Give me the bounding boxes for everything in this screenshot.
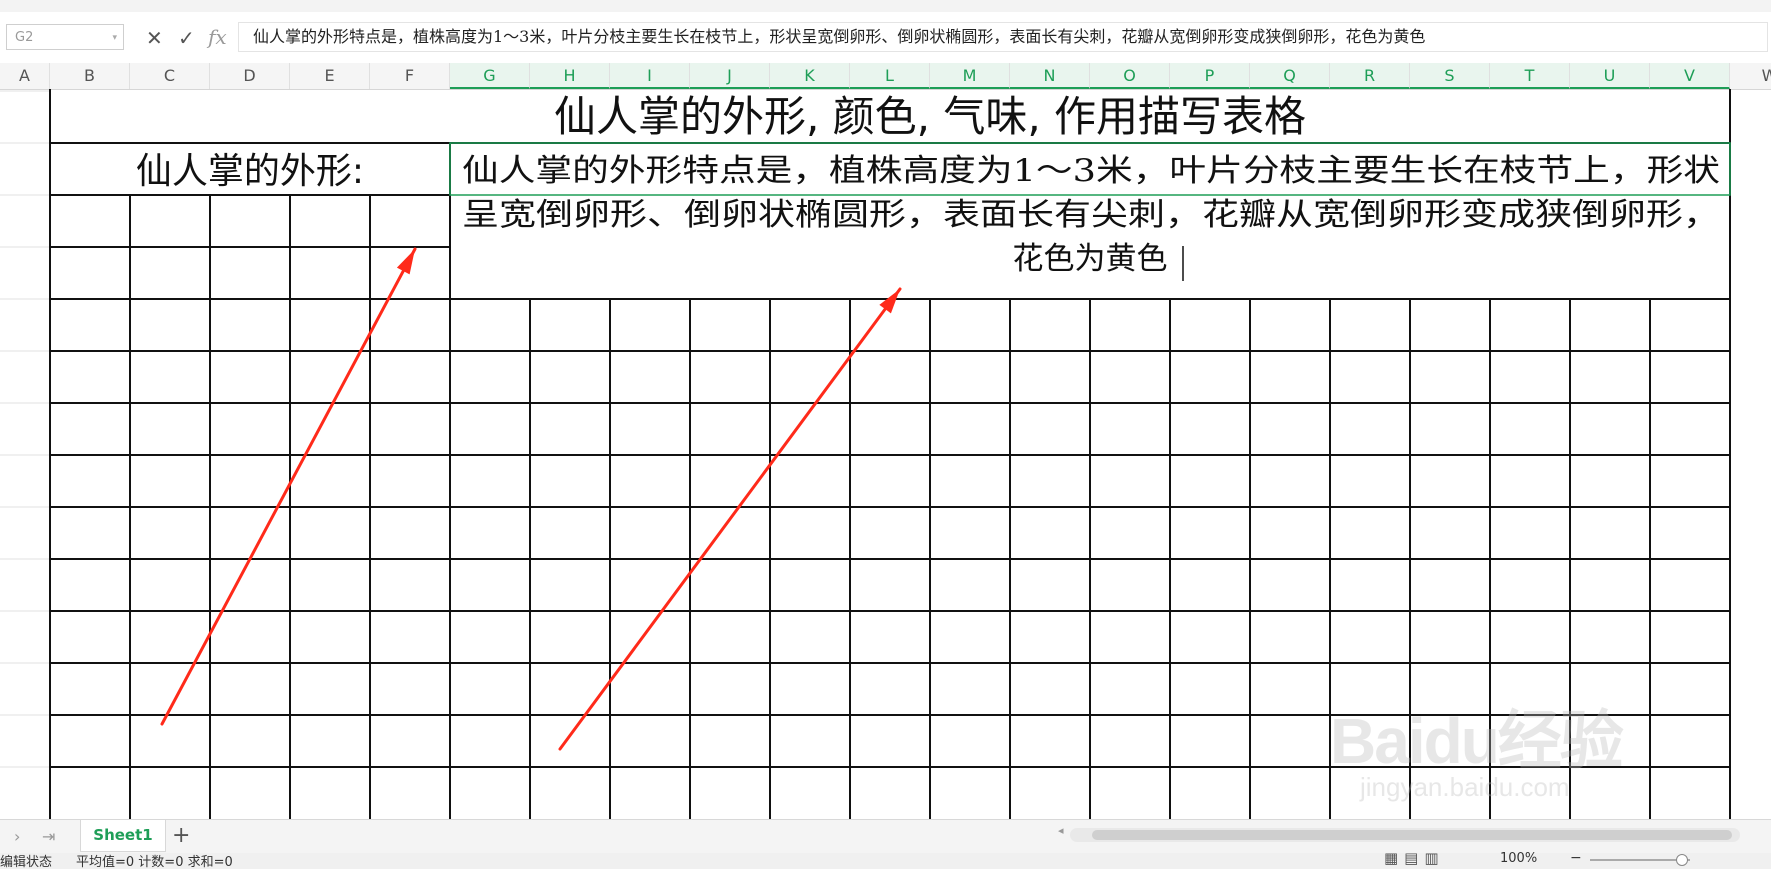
chevron-down-icon[interactable]: ▾ [112, 25, 117, 51]
last-sheet-icon[interactable]: ⇥ [42, 827, 55, 846]
annotation-arrow-right-head [879, 289, 900, 314]
column-header-e[interactable]: E [290, 63, 370, 89]
sheet-tab-sheet1[interactable]: Sheet1 [80, 820, 166, 852]
column-header-a[interactable]: A [0, 63, 50, 89]
annotation-arrow-left-head [396, 249, 415, 275]
column-header-l[interactable]: L [850, 63, 930, 89]
column-header-d[interactable]: D [210, 63, 290, 89]
column-header-j[interactable]: J [690, 63, 770, 89]
column-header-i[interactable]: I [610, 63, 690, 89]
column-header-bar: ABCDEFGHIJKLMNOPQRSTUVW [0, 63, 1771, 90]
column-header-g[interactable]: G [450, 63, 530, 89]
formula-bar: G2 ▾ ✕ ✓ fx 仙人掌的外形特点是，植株高度为1～3米，叶片分枝主要生长… [0, 12, 1771, 69]
sheet-tab-bar: › ⇥ Sheet1 + ◂ [0, 819, 1771, 854]
column-header-m[interactable]: M [930, 63, 1010, 89]
name-box[interactable]: G2 ▾ [6, 24, 124, 50]
status-stats: 平均值=0 计数=0 求和=0 [76, 855, 233, 870]
column-header-q[interactable]: Q [1250, 63, 1330, 89]
scroll-left-icon[interactable]: ◂ [1058, 824, 1064, 837]
chevron-right-icon[interactable]: › [14, 827, 20, 846]
column-header-h[interactable]: H [530, 63, 610, 89]
row-label: 仙人掌的外形: [136, 151, 364, 192]
zoom-slider[interactable] [1590, 859, 1690, 861]
column-header-u[interactable]: U [1570, 63, 1650, 89]
check-icon[interactable]: ✓ [178, 28, 195, 48]
zoom-minus-icon[interactable]: − [1570, 850, 1582, 866]
column-header-r[interactable]: R [1330, 63, 1410, 89]
sheet-title: 仙人掌的外形, 颜色, 气味, 作用描写表格 [554, 92, 1306, 141]
horizontal-scrollbar[interactable] [1070, 828, 1740, 842]
column-header-n[interactable]: N [1010, 63, 1090, 89]
column-header-s[interactable]: S [1410, 63, 1490, 89]
close-icon[interactable]: ✕ [146, 28, 163, 48]
sheet-grid-svg: 仙人掌的外形, 颜色, 气味, 作用描写表格仙人掌的外形: 仙人掌的外形特点是，植… [0, 89, 1731, 819]
column-header-t[interactable]: T [1490, 63, 1570, 89]
zoom-slider-knob[interactable] [1676, 854, 1688, 866]
add-sheet-button[interactable]: + [172, 823, 190, 848]
name-box-value: G2 [15, 30, 34, 45]
status-bar: 编辑状态 平均值=0 计数=0 求和=0 ▦▤▥ 100% − [0, 849, 1771, 870]
zoom-level[interactable]: 100% [1500, 851, 1537, 866]
cell-text-line: 花色为黄色 [1013, 241, 1168, 277]
formula-input[interactable]: 仙人掌的外形特点是，植株高度为1～3米，叶片分枝主要生长在枝节上，形状呈宽倒卵形… [238, 22, 1768, 52]
column-header-b[interactable]: B [50, 63, 130, 89]
column-header-f[interactable]: F [370, 63, 450, 89]
fx-icon[interactable]: fx [208, 27, 227, 47]
column-header-p[interactable]: P [1170, 63, 1250, 89]
annotation-arrow-left [160, 247, 417, 726]
cell-text-line: 呈宽倒卵形、倒卵状椭圆形，表面长有尖刺，花瓣从宽倒卵形变成狭倒卵形， [462, 197, 1720, 233]
scrollbar-thumb[interactable] [1092, 830, 1732, 840]
column-header-o[interactable]: O [1090, 63, 1170, 89]
sheet-grid[interactable]: 仙人掌的外形, 颜色, 气味, 作用描写表格仙人掌的外形: 仙人掌的外形特点是，植… [0, 89, 1771, 819]
cell-text-line: 仙人掌的外形特点是，植株高度为1～3米，叶片分枝主要生长在枝节上，形状 [462, 153, 1720, 189]
column-header-w[interactable]: W [1730, 63, 1771, 89]
view-mode-icons[interactable]: ▦▤▥ [1384, 849, 1445, 867]
status-mode: 编辑状态 [0, 855, 53, 870]
column-header-k[interactable]: K [770, 63, 850, 89]
column-header-c[interactable]: C [130, 63, 210, 89]
column-header-v[interactable]: V [1650, 63, 1730, 89]
